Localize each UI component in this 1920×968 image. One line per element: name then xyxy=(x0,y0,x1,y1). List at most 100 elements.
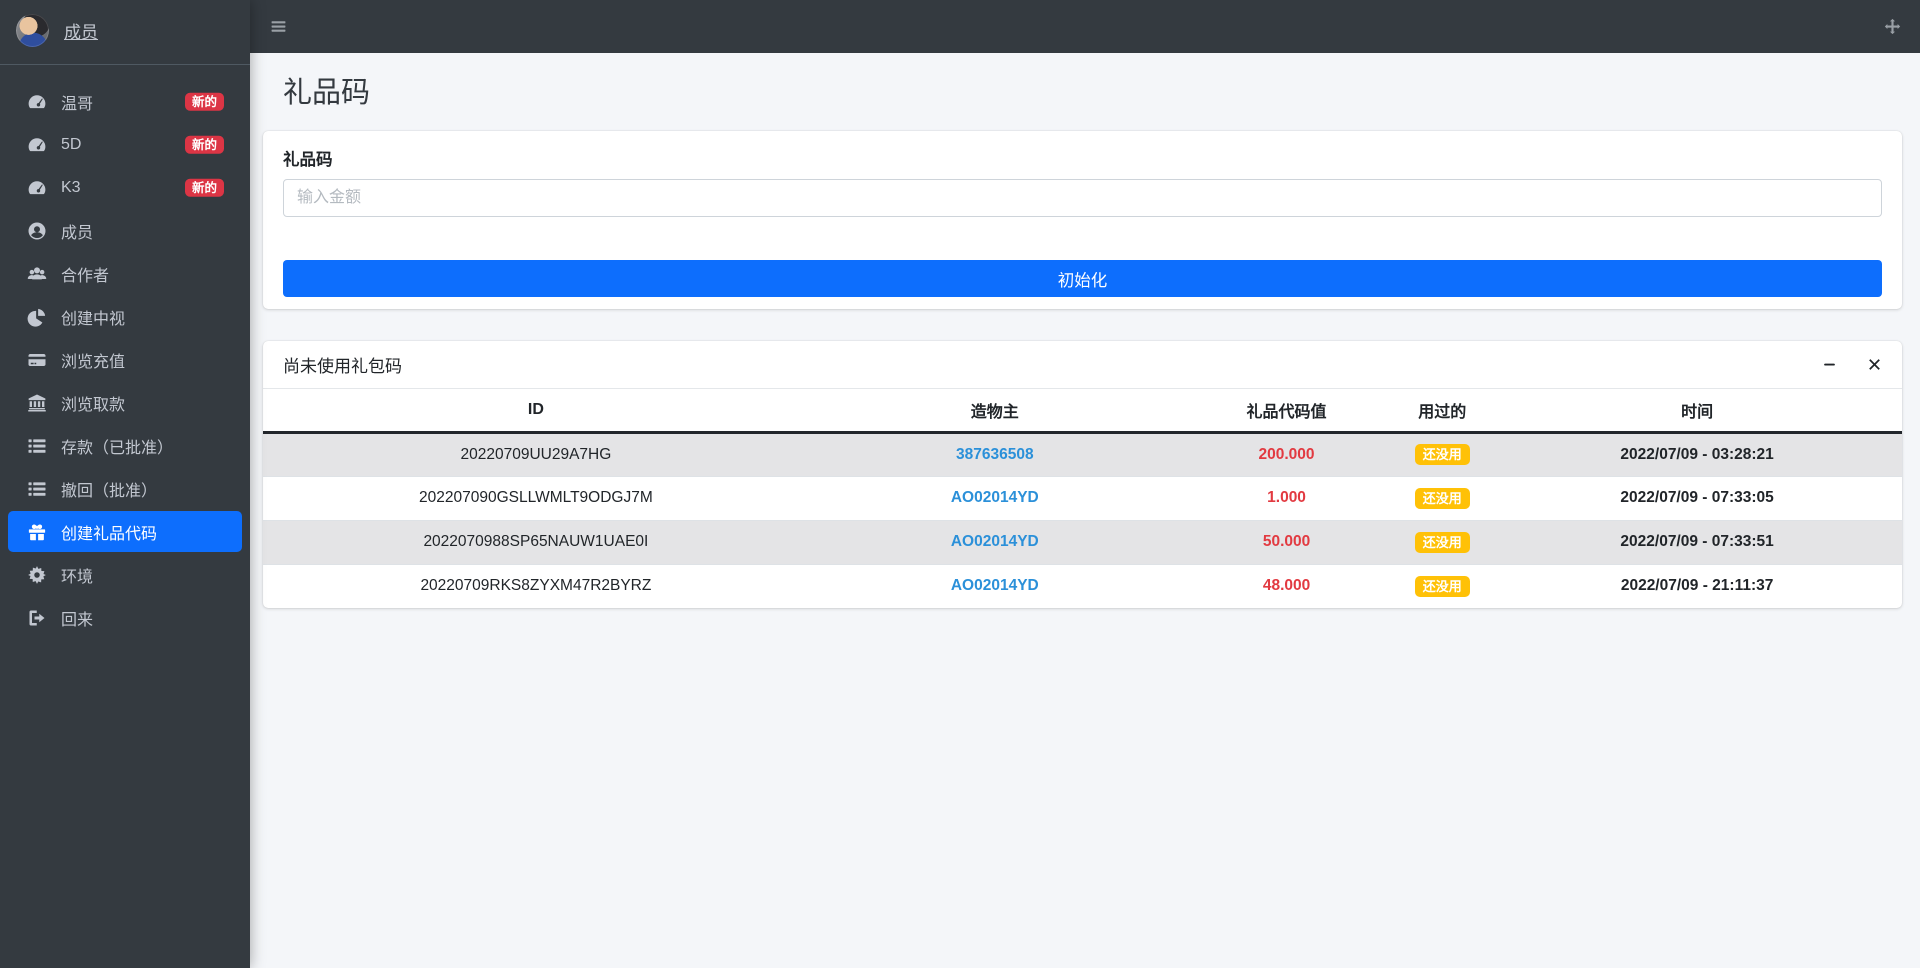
new-badge: 新的 xyxy=(184,135,224,154)
cell-time: 2022/07/09 - 21:11:37 xyxy=(1620,577,1774,595)
speedometer-icon xyxy=(27,178,47,198)
cell-gift-code-id: 20220709UU29A7HG xyxy=(460,445,612,463)
creator-link[interactable]: AO02014YD xyxy=(951,533,1039,550)
sidebar-item-8[interactable]: 浏览取款 xyxy=(8,382,242,423)
creator-link[interactable]: AO02014YD xyxy=(951,577,1039,594)
bank-icon xyxy=(27,393,47,413)
sidebar-item-9[interactable]: 存款（已批准） xyxy=(8,425,242,466)
cell-creator: AO02014YD xyxy=(809,520,1181,564)
hamburger-icon[interactable] xyxy=(270,18,287,35)
cell-used: 还没用 xyxy=(1392,476,1492,520)
cell-gift-code-value: 50.000 xyxy=(1262,533,1311,550)
creator-link[interactable]: AO02014YD xyxy=(951,489,1039,506)
sidebar-item-6[interactable]: 创建中视 xyxy=(8,296,242,337)
topbar xyxy=(250,0,1920,53)
sidebar-item-label: 温哥 xyxy=(61,95,94,113)
sidebar-nav: 温哥 新的 5D 新的 K3 新的 成员 合作者 创建中视 浏览充值 浏览取款 … xyxy=(0,65,250,640)
table-header-row: ID 造物主 礼品代码值 用过的 时间 xyxy=(263,389,1902,434)
column-header: 时间 xyxy=(1492,389,1902,434)
list-icon xyxy=(27,479,47,499)
column-header: 礼品代码值 xyxy=(1180,389,1393,434)
amount-input[interactable] xyxy=(283,179,1882,217)
unused-status-badge: 还没用 xyxy=(1414,444,1470,465)
gift-code-form-label: 礼品码 xyxy=(283,151,333,169)
credit-card-icon xyxy=(27,350,47,370)
cell-gift-code-value: 1.000 xyxy=(1267,489,1306,506)
cell-gift-code-value: 48.000 xyxy=(1262,577,1311,595)
sidebar-item-label: 合作者 xyxy=(61,267,110,285)
new-badge: 新的 xyxy=(184,178,224,197)
initialize-button[interactable]: 初始化 xyxy=(283,260,1882,297)
collapse-minus-icon[interactable] xyxy=(1822,357,1837,372)
table-row: 202207090GSLLWMLT9ODGJ7M AO02014YD 1.000… xyxy=(263,476,1902,520)
cell-used: 还没用 xyxy=(1392,520,1492,564)
sidebar-item-10[interactable]: 撤回（批准） xyxy=(8,468,242,509)
cell-gift-code-id: 202207090GSLLWMLT9ODGJ7M xyxy=(419,489,653,506)
sidebar-item-label: 创建中视 xyxy=(61,310,126,328)
cell-creator: AO02014YD xyxy=(809,476,1181,520)
column-header: 用过的 xyxy=(1392,389,1493,434)
cell-creator: AO02014YD xyxy=(809,564,1181,608)
pie-chart-icon xyxy=(27,307,47,327)
sidebar-item-label: K3 xyxy=(61,178,81,196)
sidebar-item-1[interactable]: 温哥 新的 xyxy=(8,81,242,122)
cell-creator: 387636508 xyxy=(809,432,1181,476)
main-column: 礼品码 礼品码 初始化 尚未使用礼包码 ID造物主礼品代码值用过的时间 2022… xyxy=(250,0,1920,968)
sidebar-item-13[interactable]: 回来 xyxy=(8,597,242,638)
table-row: 2022070988SP65NAUW1UAE0I AO02014YD 50.00… xyxy=(263,520,1902,564)
speedometer-icon xyxy=(27,92,47,112)
table-row: 20220709RKS8ZYXM47R2BYRZ AO02014YD 48.00… xyxy=(263,564,1902,608)
sidebar-item-label: 浏览充值 xyxy=(61,353,126,371)
sidebar-item-11[interactable]: 创建礼品代码 xyxy=(8,511,242,552)
gift-code-form-card: 礼品码 初始化 xyxy=(263,131,1902,309)
cell-used: 还没用 xyxy=(1392,432,1492,476)
users-icon xyxy=(27,264,47,284)
sidebar-item-12[interactable]: 环境 xyxy=(8,554,242,595)
sidebar-item-4[interactable]: 成员 xyxy=(8,210,242,251)
unused-status-badge: 还没用 xyxy=(1414,575,1470,597)
table-row: 20220709UU29A7HG 387636508 200.000 还没用 2… xyxy=(263,432,1902,476)
fullscreen-icon[interactable] xyxy=(1884,18,1901,35)
gift-icon xyxy=(27,522,47,542)
sidebar-item-label: 存款（已批准） xyxy=(61,439,174,457)
user-panel: 成员 xyxy=(0,0,250,65)
unused-codes-card-title: 尚未使用礼包码 xyxy=(283,357,402,376)
user-circle-icon xyxy=(27,221,47,241)
cell-gift-code-value: 200.000 xyxy=(1258,445,1315,463)
cell-time: 2022/07/09 - 03:28:21 xyxy=(1620,445,1774,463)
sidebar-item-label: 环境 xyxy=(61,568,94,586)
sidebar-item-label: 撤回（批准） xyxy=(61,482,158,500)
creator-link[interactable]: 387636508 xyxy=(956,446,1034,463)
page-title: 礼品码 xyxy=(283,77,371,109)
unused-status-badge: 还没用 xyxy=(1414,531,1470,553)
sidebar-item-5[interactable]: 合作者 xyxy=(8,253,242,294)
sidebar-item-2[interactable]: 5D 新的 xyxy=(8,124,242,165)
gear-icon xyxy=(27,565,47,585)
sidebar-item-label: 5D xyxy=(61,135,82,153)
list-icon xyxy=(27,436,47,456)
sidebar-item-7[interactable]: 浏览充值 xyxy=(8,339,242,380)
sidebar-item-label: 浏览取款 xyxy=(61,396,126,414)
cell-time: 2022/07/09 - 07:33:51 xyxy=(1620,533,1774,550)
sidebar-item-3[interactable]: K3 新的 xyxy=(8,167,242,208)
app-root: 成员 温哥 新的 5D 新的 K3 新的 成员 合作者 创建中视 浏览充值 浏览… xyxy=(0,0,1920,968)
sidebar: 成员 温哥 新的 5D 新的 K3 新的 成员 合作者 创建中视 浏览充值 浏览… xyxy=(0,0,250,968)
cell-used: 还没用 xyxy=(1392,564,1492,608)
new-badge: 新的 xyxy=(184,92,224,111)
content: 礼品码 礼品码 初始化 尚未使用礼包码 ID造物主礼品代码值用过的时间 2022… xyxy=(250,53,1920,968)
user-name-link[interactable]: 成员 xyxy=(64,18,98,43)
unused-codes-table: ID 造物主 礼品代码值 用过的 时间 20220709UU29A7HG 3876365… xyxy=(263,389,1902,608)
speedometer-icon xyxy=(27,135,47,155)
sidebar-item-label: 回来 xyxy=(61,611,94,629)
close-icon[interactable] xyxy=(1867,357,1882,372)
user-avatar xyxy=(16,14,49,47)
column-header: ID xyxy=(263,389,809,434)
column-header: 造物主 xyxy=(808,389,1181,434)
unused-status-badge: 还没用 xyxy=(1414,487,1470,509)
cell-gift-code-id: 20220709RKS8ZYXM47R2BYRZ xyxy=(420,577,652,595)
unused-codes-card-header: 尚未使用礼包码 xyxy=(263,341,1902,389)
sign-out-icon xyxy=(27,608,47,628)
cell-time: 2022/07/09 - 07:33:05 xyxy=(1620,489,1774,506)
sidebar-item-label: 成员 xyxy=(61,224,94,242)
cell-gift-code-id: 2022070988SP65NAUW1UAE0I xyxy=(423,533,649,550)
